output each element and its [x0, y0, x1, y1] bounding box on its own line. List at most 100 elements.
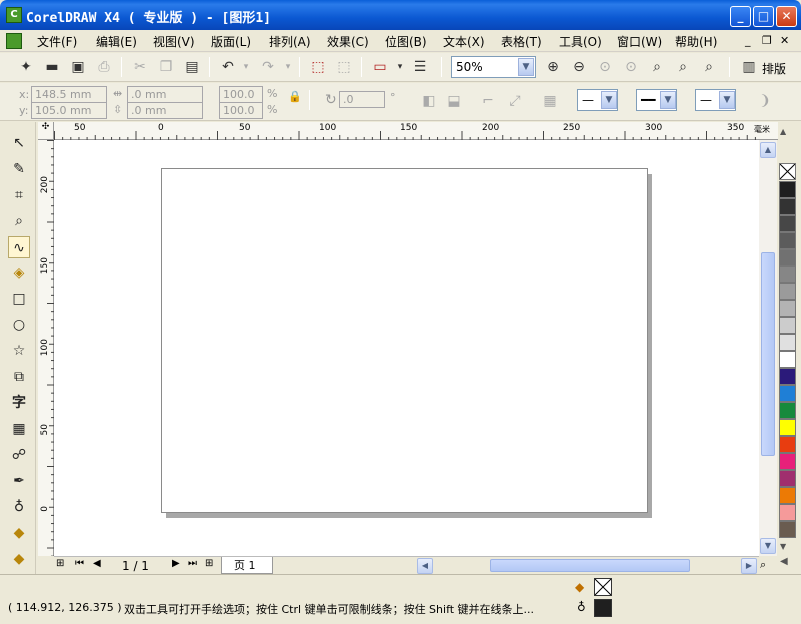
zoom-to-page-width-icon[interactable]: ⌕ [673, 57, 693, 77]
zoom-to-page-height-icon[interactable]: ⌕ [699, 57, 719, 77]
menu-table[interactable]: 表格(T) [501, 33, 542, 49]
color-swatch[interactable] [779, 436, 796, 453]
color-swatch[interactable] [779, 249, 796, 266]
save-icon[interactable]: ▣ [68, 57, 88, 77]
menu-effects[interactable]: 效果(C) [327, 33, 369, 49]
drawing-canvas[interactable] [54, 140, 759, 556]
width-field[interactable]: .0 mm [127, 86, 203, 103]
mirror-horizontal-icon[interactable]: ◧ [419, 91, 439, 111]
scroll-left-icon[interactable]: ◀ [417, 558, 433, 574]
scroll-up-icon[interactable]: ▲ [760, 142, 776, 158]
zoom-to-page-icon[interactable]: ⌕ [647, 57, 667, 77]
paste-icon[interactable]: ▤ [182, 57, 202, 77]
curve-smoothing-icon[interactable]: ⤢ [505, 91, 525, 111]
vertical-scroll-thumb[interactable] [761, 252, 775, 456]
undo-dropdown-icon[interactable]: ▾ [236, 57, 256, 77]
redo-dropdown-icon[interactable]: ▾ [278, 57, 298, 77]
basic-shapes-tool-icon[interactable]: ⧉ [8, 366, 30, 388]
color-swatch[interactable] [779, 215, 796, 232]
color-swatch[interactable] [779, 504, 796, 521]
end-arrowhead-arrow-icon[interactable]: ▼ [719, 91, 735, 109]
doc-restore-button[interactable]: ❐ [762, 34, 772, 47]
palette-scroll-down-icon[interactable]: ▼ [780, 542, 786, 551]
doc-minimize-button[interactable]: _ [745, 34, 751, 47]
menu-view[interactable]: 视图(V) [153, 33, 195, 49]
menu-text[interactable]: 文本(X) [443, 33, 485, 49]
cut-icon[interactable]: ✂ [130, 57, 150, 77]
height-field[interactable]: .0 mm [127, 102, 203, 119]
color-swatch[interactable] [779, 487, 796, 504]
color-swatch[interactable] [779, 266, 796, 283]
table-tool-icon[interactable]: ▦ [8, 418, 30, 440]
navigator-zoom-icon[interactable]: ⌕ [760, 558, 766, 572]
zoom-dropdown-arrow-icon[interactable]: ▼ [518, 58, 534, 76]
page-tab[interactable]: 页 1 [221, 557, 273, 574]
y-position-field[interactable]: 105.0 mm [31, 102, 107, 119]
crop-tool-icon[interactable]: ⌗ [8, 184, 30, 206]
no-color-swatch[interactable] [779, 163, 796, 180]
page-counter[interactable]: 1 / 1 [122, 559, 149, 573]
drawing-page[interactable] [161, 168, 648, 513]
insert-page-after-icon[interactable]: ⊞ [205, 558, 213, 569]
outline-width-icon[interactable]: ❩ [755, 91, 775, 111]
menu-file[interactable]: 文件(F) [37, 33, 77, 49]
zoom-in-icon[interactable]: ⊕ [543, 57, 563, 77]
start-arrowhead-arrow-icon[interactable]: ▼ [601, 91, 617, 109]
pick-tool-icon[interactable]: ↖ [8, 132, 30, 154]
ruler-origin-icon[interactable]: ✣ [38, 122, 54, 140]
insert-page-before-icon[interactable]: ⊞ [56, 558, 64, 569]
color-swatch[interactable] [779, 198, 796, 215]
palette-flyout-icon[interactable]: ◀ [780, 556, 788, 567]
outline-pen-tool-icon[interactable]: ♁ [8, 496, 30, 518]
polygon-tool-icon[interactable]: ☆ [8, 340, 30, 362]
last-page-icon[interactable]: ⏭ [188, 558, 197, 569]
document-icon[interactable] [6, 33, 22, 49]
doc-close-button[interactable]: ✕ [780, 34, 789, 47]
export-icon[interactable]: ⬚ [334, 57, 354, 77]
print-icon[interactable]: ⎙ [94, 57, 114, 77]
scroll-down-icon[interactable]: ▼ [760, 538, 776, 554]
fill-tool-icon[interactable]: ◆ [8, 522, 30, 544]
import-icon[interactable]: ⬚ [308, 57, 328, 77]
open-folder-icon[interactable]: ▬ [42, 57, 62, 77]
interactive-fill-tool-icon[interactable]: ◆ [8, 548, 30, 570]
color-swatch[interactable] [779, 402, 796, 419]
coreldraw-app-icon[interactable]: C [6, 7, 22, 23]
shape-tool-icon[interactable]: ✎ [8, 158, 30, 180]
color-swatch[interactable] [779, 351, 796, 368]
color-swatch[interactable] [779, 232, 796, 249]
color-swatch[interactable] [779, 317, 796, 334]
menu-layout[interactable]: 版面(L) [211, 33, 251, 49]
lock-ratio-icon[interactable]: 🔒 [288, 90, 302, 103]
color-swatch[interactable] [779, 419, 796, 436]
ellipse-tool-icon[interactable]: ○ [8, 314, 30, 336]
zoom-tool-icon[interactable]: ⌕ [8, 210, 30, 232]
line-style-arrow-icon[interactable]: ▼ [660, 91, 676, 109]
color-swatch[interactable] [779, 470, 796, 487]
color-swatch[interactable] [779, 368, 796, 385]
application-launcher-icon[interactable]: ▭ [370, 57, 390, 77]
zoom-to-all-objects-icon[interactable]: ⊙ [621, 57, 641, 77]
menu-window[interactable]: 窗口(W) [617, 33, 662, 49]
copy-icon[interactable]: ❐ [156, 57, 176, 77]
zoom-to-selected-icon[interactable]: ⊙ [595, 57, 615, 77]
previous-page-icon[interactable]: ◀ [93, 558, 101, 569]
redo-icon[interactable]: ↷ [258, 57, 278, 77]
undo-icon[interactable]: ↶ [218, 57, 238, 77]
menu-edit[interactable]: 编辑(E) [96, 33, 137, 49]
welcome-screen-icon[interactable]: ☰ [410, 57, 430, 77]
color-swatch[interactable] [779, 453, 796, 470]
scroll-right-icon[interactable]: ▶ [741, 558, 757, 574]
color-swatch[interactable] [779, 521, 796, 538]
rectangle-tool-icon[interactable]: □ [8, 288, 30, 310]
color-swatch[interactable] [779, 300, 796, 317]
eyedropper-tool-icon[interactable]: ✒ [8, 470, 30, 492]
close-button[interactable]: ✕ [776, 6, 797, 27]
launcher-dropdown-icon[interactable]: ▾ [390, 57, 410, 77]
auto-close-curve-icon[interactable]: ⌐ [478, 91, 498, 111]
maximize-button[interactable]: □ [753, 6, 774, 27]
wrap-text-icon[interactable]: ▦ [540, 91, 560, 111]
menu-tools[interactable]: 工具(O) [559, 33, 602, 49]
arrange-label[interactable]: 排版 [762, 60, 786, 77]
color-swatch[interactable] [779, 283, 796, 300]
